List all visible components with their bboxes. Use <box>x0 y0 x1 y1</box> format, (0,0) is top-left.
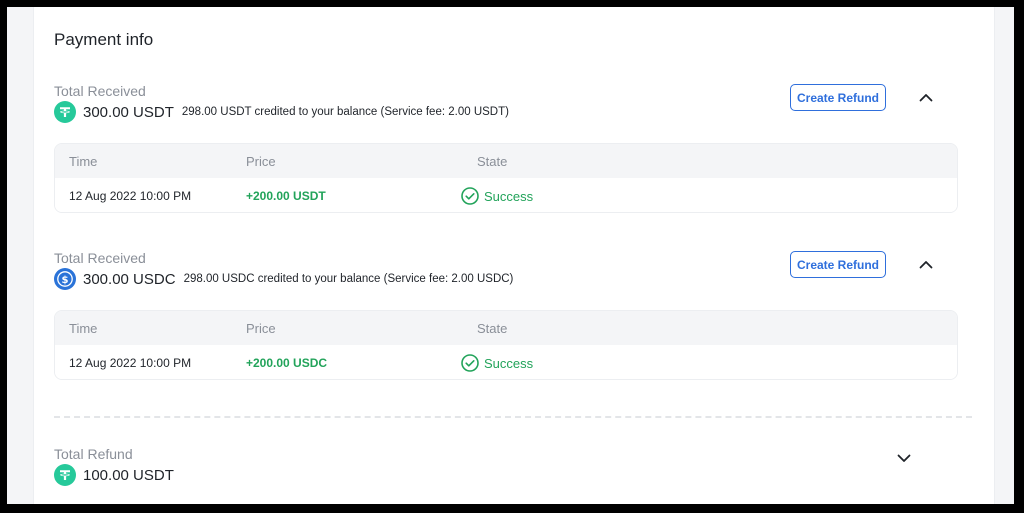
table-row: 12 Aug 2022 10:00 PM +200.00 USDT Succes… <box>55 178 957 212</box>
received-amount: 300.00 USDC <box>83 270 176 288</box>
header-state: State <box>477 321 508 336</box>
chevron-down-icon[interactable] <box>896 452 912 464</box>
row-state-text: Success <box>484 355 534 371</box>
chevron-up-icon[interactable] <box>918 258 934 270</box>
table-header: Time Price State <box>55 311 957 345</box>
total-refund-label: Total Refund <box>54 446 133 462</box>
refund-amount: 100.00 USDT <box>83 466 174 484</box>
received-amount: 300.00 USDT <box>83 103 174 121</box>
header-price: Price <box>246 154 276 169</box>
row-price: +200.00 USDC <box>246 356 328 370</box>
total-received-label: Total Received <box>54 83 146 99</box>
table-header: Time Price State <box>55 144 957 178</box>
create-refund-button[interactable]: Create Refund <box>790 251 886 278</box>
success-check-icon <box>461 354 479 372</box>
transactions-table: Time Price State 12 Aug 2022 10:00 PM +2… <box>54 310 958 380</box>
success-check-icon <box>461 187 479 205</box>
page-frame: Payment info Total Received 300.00 USDT … <box>7 7 1014 504</box>
header-time: Time <box>69 154 98 169</box>
credited-note: 298.00 USDC credited to your balance (Se… <box>183 273 514 285</box>
create-refund-button[interactable]: Create Refund <box>790 84 886 111</box>
dashed-divider <box>54 416 972 418</box>
row-state: Success <box>461 354 533 372</box>
tether-icon <box>54 101 76 123</box>
table-row: 12 Aug 2022 10:00 PM +200.00 USDC Succes… <box>55 345 957 379</box>
tether-icon <box>54 464 76 486</box>
received-amount-row: 300.00 USDT 298.00 USDT credited to your… <box>54 101 509 123</box>
row-state: Success <box>461 187 533 205</box>
svg-text:$: $ <box>62 275 69 286</box>
row-time: 12 Aug 2022 10:00 PM <box>69 189 192 203</box>
payment-info-card: Payment info Total Received 300.00 USDT … <box>33 7 995 504</box>
refund-amount-row: 100.00 USDT <box>54 464 182 486</box>
row-time: 12 Aug 2022 10:00 PM <box>69 356 192 370</box>
chevron-up-icon[interactable] <box>918 91 934 103</box>
usdc-icon: $ <box>54 268 76 290</box>
credited-note: 298.00 USDT credited to your balance (Se… <box>181 106 509 118</box>
total-received-label: Total Received <box>54 250 146 266</box>
header-state: State <box>477 154 508 169</box>
section-title: Payment info <box>54 30 154 49</box>
header-price: Price <box>246 321 276 336</box>
received-amount-row: $ 300.00 USDC 298.00 USDC credited to yo… <box>54 268 513 290</box>
row-state-text: Success <box>484 188 534 204</box>
transactions-table: Time Price State 12 Aug 2022 10:00 PM +2… <box>54 143 958 213</box>
header-time: Time <box>69 321 98 336</box>
row-price: +200.00 USDT <box>246 189 326 203</box>
